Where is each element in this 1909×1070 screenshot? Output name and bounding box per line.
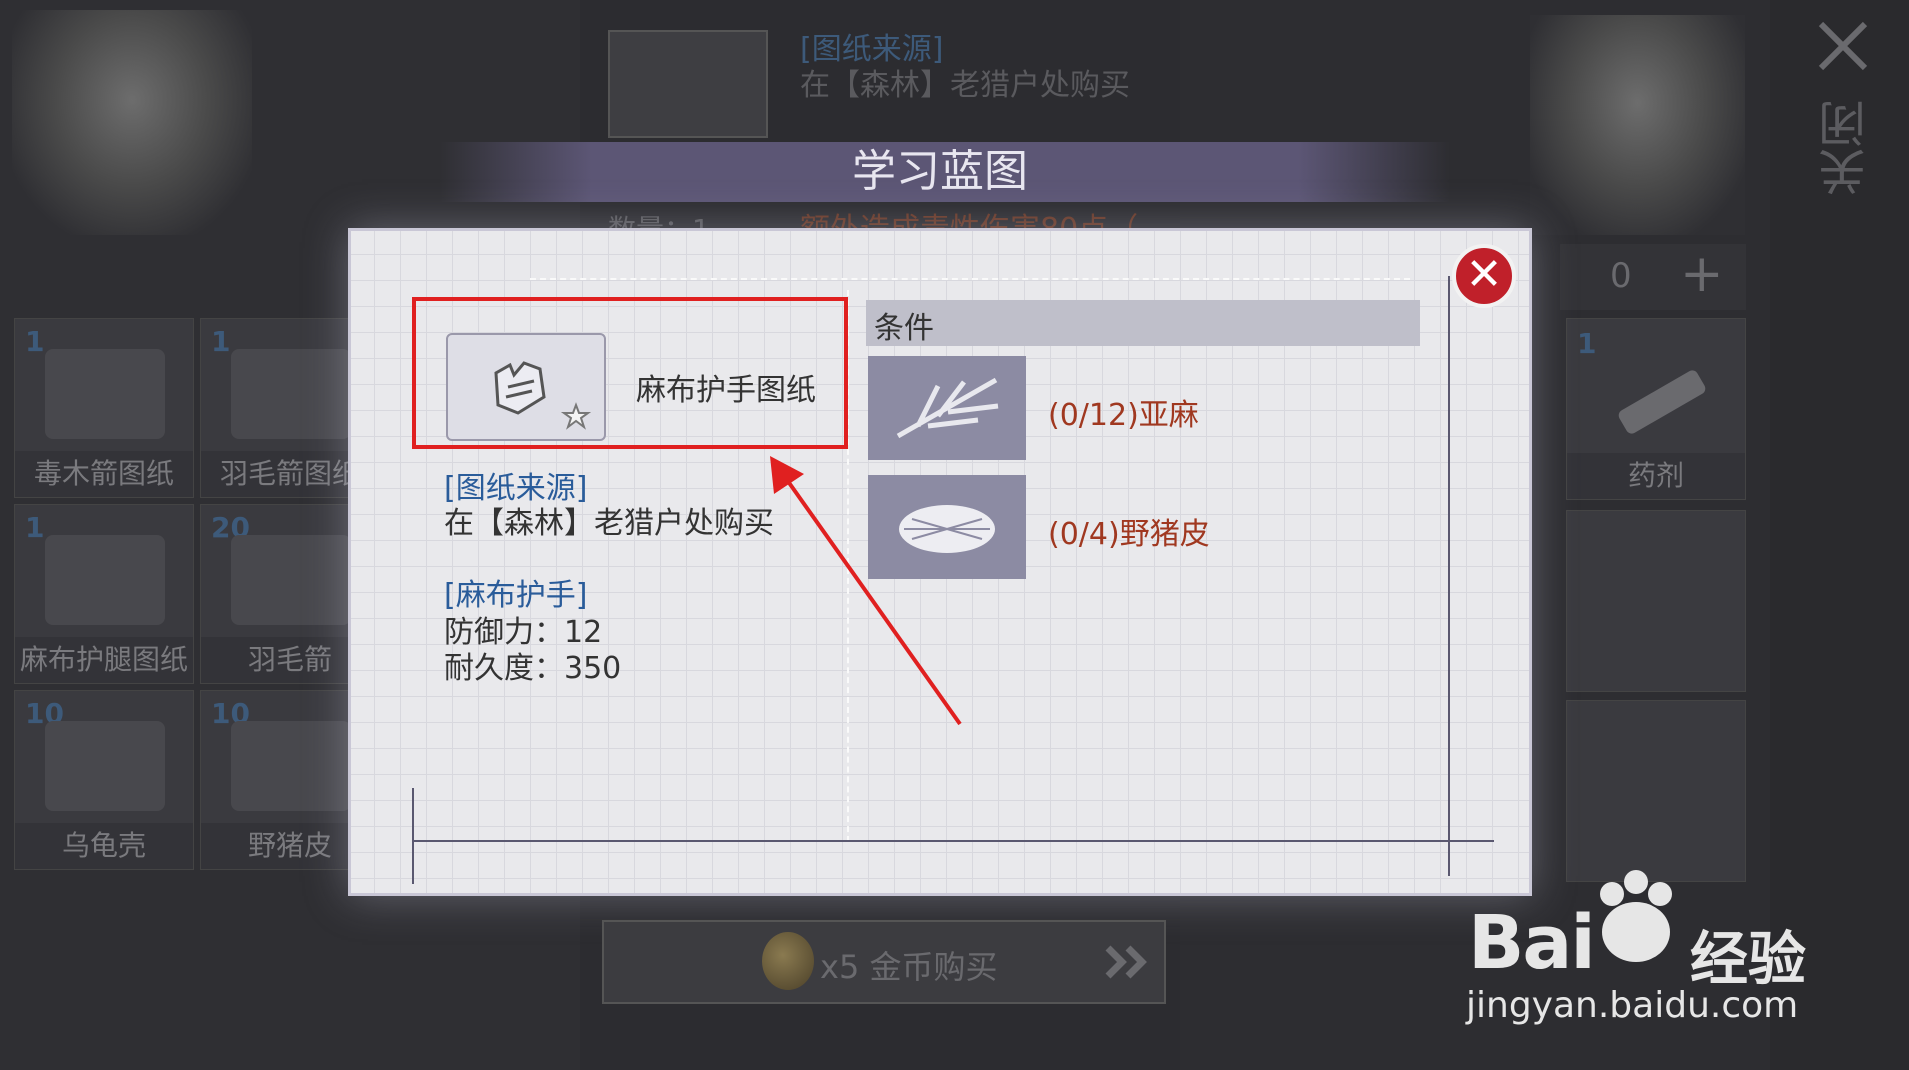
- frame-line: [414, 840, 1494, 842]
- item-label: 麻布护腿图纸: [15, 637, 193, 683]
- material-boar-hide: (0/4)野猪皮: [1048, 517, 1210, 552]
- inventory-slot[interactable]: [1566, 510, 1746, 692]
- watermark-brand: Bai: [1468, 900, 1596, 986]
- baidu-paw-icon: [1590, 870, 1680, 974]
- inventory-slot[interactable]: [1566, 700, 1746, 882]
- plus-button[interactable]: +: [1680, 244, 1724, 304]
- inventory-left: 1 毒木箭图纸 1 羽毛箭图纸 1 麻布护腿图纸 20 羽毛箭 10 乌龟壳 10 野猪皮: [14, 318, 380, 878]
- blueprint-name: 麻布护手图纸: [636, 373, 816, 408]
- item-label: 乌龟壳: [15, 823, 193, 869]
- dashed-divider: [530, 278, 1410, 280]
- flax-icon: [868, 356, 1026, 460]
- turtle-shell-icon: [45, 721, 165, 811]
- item-count: 1: [25, 511, 45, 544]
- material-flax: (0/12)亚麻: [1048, 398, 1199, 433]
- conditions-header: [866, 300, 1420, 346]
- gloves-blueprint-icon: [446, 333, 606, 441]
- medicine-icon: [1607, 349, 1717, 443]
- close-x-icon[interactable]: [1815, 18, 1871, 74]
- conditions-title: 条件: [874, 311, 934, 346]
- watermark-url: jingyan.baidu.com: [1466, 985, 1799, 1026]
- annotation-arrow: [760, 450, 1000, 744]
- close-button[interactable]: ✕: [1452, 244, 1516, 308]
- hunter-portrait: [1530, 15, 1745, 235]
- inventory-slot[interactable]: 1 药剂: [1566, 318, 1746, 500]
- frame-line: [1448, 276, 1450, 876]
- buy-button-label: x5 金币购买: [820, 948, 998, 986]
- inventory-slot[interactable]: 1 麻布护腿图纸: [14, 504, 194, 684]
- watermark-cn: 经验: [1690, 925, 1807, 993]
- item-count: 1: [211, 325, 231, 358]
- inventory-slot[interactable]: 1 毒木箭图纸: [14, 318, 194, 498]
- double-chevron-icon: [1104, 944, 1152, 984]
- frame-line: [412, 788, 414, 884]
- leggings-blueprint-icon: [45, 535, 165, 625]
- item-count: 1: [25, 325, 45, 358]
- quantity-stepper[interactable]: 0 +: [1560, 244, 1746, 310]
- inventory-slot[interactable]: 10 乌龟壳: [14, 690, 194, 870]
- item-label: 毒木箭图纸: [15, 451, 193, 497]
- bg-source-text: 在【森林】老猎户处购买: [800, 68, 1130, 103]
- durability-stat: 耐久度：350: [444, 651, 622, 686]
- feather-arrow-icon: [231, 535, 351, 625]
- dialog-title: 学习蓝图: [852, 146, 1028, 197]
- coin-icon: [762, 932, 814, 990]
- source-text: 在【森林】老猎户处购买: [444, 506, 774, 541]
- arrow-blueprint-icon: [45, 349, 165, 439]
- counter-value: 0: [1610, 256, 1632, 296]
- boar-hide-icon: [231, 721, 351, 811]
- item-label: 药剂: [1567, 453, 1745, 499]
- bg-blueprint-icon: [608, 30, 768, 138]
- feather-arrow-blueprint-icon: [231, 349, 351, 439]
